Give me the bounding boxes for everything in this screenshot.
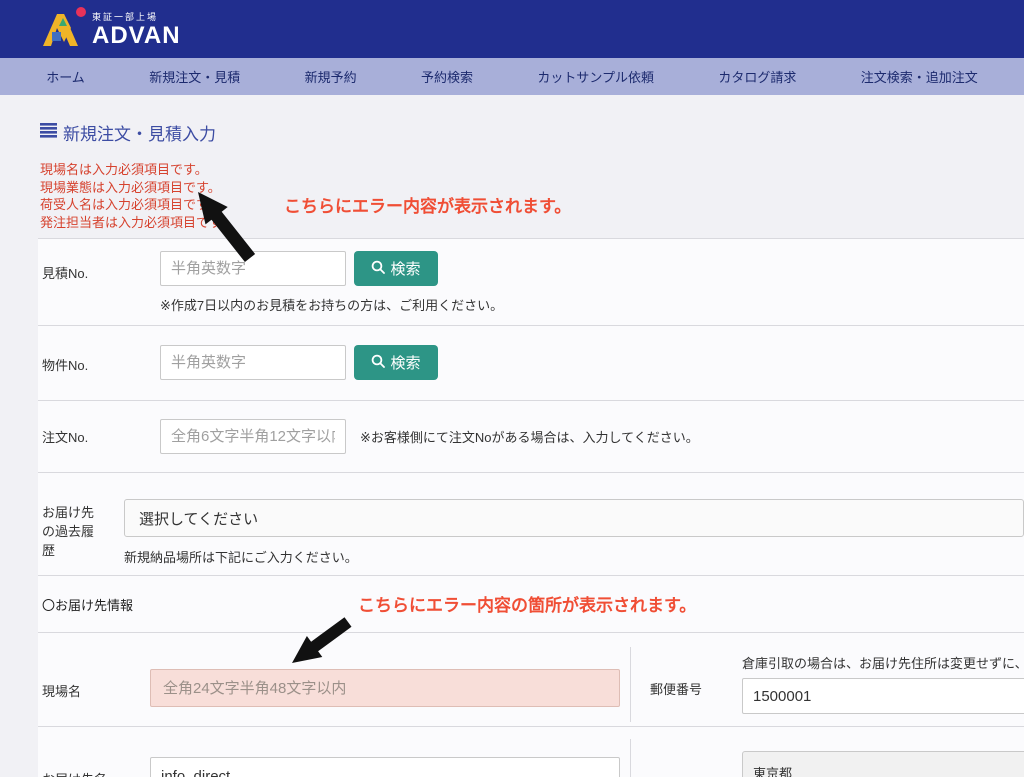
error-message: 現場名は入力必須項目です。 — [40, 161, 1024, 179]
logo-company-name: ADVAN — [92, 24, 181, 48]
site-name-postal-row: 現場名 郵便番号 倉庫引取の場合は、お届け先住所は変更せずに、このまま — [38, 633, 1024, 727]
search-button-label: 検索 — [390, 258, 420, 279]
delivery-history-row: お届け先の過去履歴 選択してください 新規納品場所は下記にご入力ください。 — [38, 473, 1024, 576]
postal-code-note: 倉庫引取の場合は、お届け先住所は変更せずに、このまま — [742, 653, 1024, 672]
order-no-note: ※お客様側にて注文Noがある場合は、入力してください。 — [360, 427, 699, 446]
order-no-label: 注文No. — [38, 427, 160, 446]
search-icon — [371, 354, 385, 372]
postal-code-cell: 郵便番号 倉庫引取の場合は、お届け先住所は変更せずに、このまま — [630, 647, 1024, 722]
search-button-label: 検索 — [390, 352, 420, 373]
delivery-info-section-row: 〇お届け先情報 — [38, 576, 1024, 633]
property-no-row: 物件No. 検索 — [38, 326, 1024, 401]
error-message: 発注担当者は入力必須項目です。 — [40, 214, 1024, 232]
property-no-input[interactable] — [160, 345, 346, 380]
delivery-name-label: お届け先名 — [38, 727, 150, 777]
nav-item-catalog-request[interactable]: カタログ請求 — [718, 67, 796, 86]
list-icon — [40, 123, 57, 143]
estimate-no-row: 見積No. 検索 ※作成7日以内のお見積をお持ちの方は、ご利用ください。 — [38, 239, 1024, 326]
estimate-no-input[interactable] — [160, 251, 346, 286]
page-title: 新規注文・見積入力 — [40, 120, 1024, 145]
nav-item-new-order-estimate[interactable]: 新規注文・見積 — [149, 67, 240, 86]
prefecture-cell: 都道府県 東京都 — [630, 739, 1024, 777]
delivery-history-selected-value: 選択してください — [139, 508, 258, 529]
site-name-input[interactable] — [150, 669, 620, 707]
prefecture-select[interactable]: 東京都 — [742, 751, 1024, 777]
delivery-name-prefecture-row: お届け先名 都道府県 東京都 — [38, 727, 1024, 777]
estimate-search-button[interactable]: 検索 — [354, 251, 438, 286]
error-message-list: 現場名は入力必須項目です。 現場業態は入力必須項目です。 荷受人名は入力必須項目… — [40, 161, 1024, 231]
app-header: 東証一部上場 ADVAN — [0, 0, 1024, 58]
delivery-info-section-title: 〇お届け先情報 — [38, 595, 133, 614]
nav-item-new-reservation[interactable]: 新規予約 — [305, 67, 357, 86]
site-name-label: 現場名 — [38, 633, 150, 726]
error-message: 荷受人名は入力必須項目です。 — [40, 196, 1024, 214]
prefecture-selected-value: 東京都 — [753, 763, 792, 777]
main-nav: ホーム 新規注文・見積 新規予約 予約検索 カットサンプル依頼 カタログ請求 注… — [0, 58, 1024, 95]
nav-item-reservation-search[interactable]: 予約検索 — [421, 67, 473, 86]
nav-item-cut-sample-request[interactable]: カットサンプル依頼 — [537, 67, 654, 86]
nav-item-order-search-additional[interactable]: 注文検索・追加注文 — [861, 67, 978, 86]
property-search-button[interactable]: 検索 — [354, 345, 438, 380]
order-no-row: 注文No. ※お客様側にて注文Noがある場合は、入力してください。 — [38, 401, 1024, 473]
search-icon — [371, 260, 385, 278]
prefecture-label: 都道府県 — [650, 739, 742, 777]
advan-logo-icon — [40, 6, 86, 53]
order-form: 見積No. 検索 ※作成7日以内のお見積をお持ちの方は、ご利用ください。 物件N… — [38, 238, 1024, 777]
postal-code-label: 郵便番号 — [650, 647, 742, 722]
postal-code-input[interactable] — [742, 678, 1024, 714]
page-title-label: 新規注文・見積入力 — [63, 120, 216, 145]
logo-tagline: 東証一部上場 — [92, 10, 181, 23]
nav-item-home[interactable]: ホーム — [46, 67, 85, 86]
order-no-input[interactable] — [160, 419, 346, 454]
delivery-history-select[interactable]: 選択してください — [124, 499, 1024, 537]
advan-logo[interactable]: 東証一部上場 ADVAN — [40, 6, 181, 53]
delivery-name-input[interactable] — [150, 757, 620, 777]
error-message: 現場業態は入力必須項目です。 — [40, 179, 1024, 197]
property-no-label: 物件No. — [38, 345, 160, 400]
estimate-no-label: 見積No. — [38, 251, 160, 325]
logo-text: 東証一部上場 ADVAN — [92, 10, 181, 48]
delivery-history-note: 新規納品場所は下記にご入力ください。 — [124, 547, 1024, 566]
delivery-history-label: お届け先の過去履歴 — [38, 499, 124, 575]
estimate-no-note: ※作成7日以内のお見積をお持ちの方は、ご利用ください。 — [160, 295, 503, 314]
